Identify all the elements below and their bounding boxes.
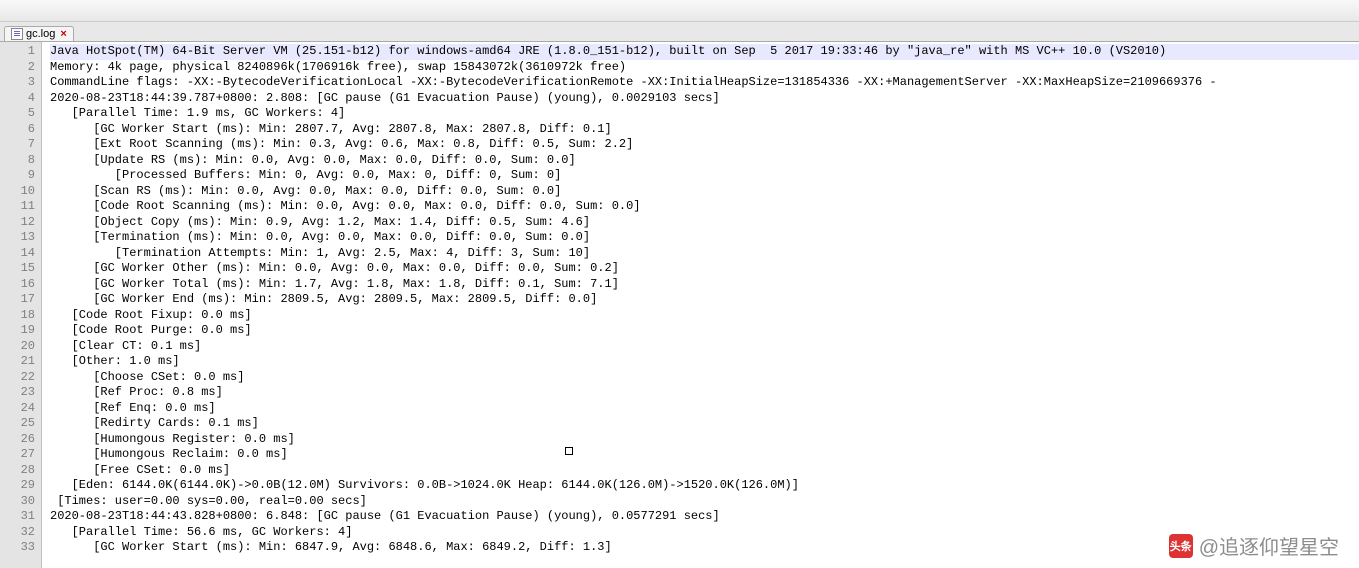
line-number: 13 xyxy=(10,230,35,246)
line-number: 2 xyxy=(10,60,35,76)
line-number: 16 xyxy=(10,277,35,293)
code-line: [Termination (ms): Min: 0.0, Avg: 0.0, M… xyxy=(50,230,1359,246)
line-number: 28 xyxy=(10,463,35,479)
code-line: [Code Root Purge: 0.0 ms] xyxy=(50,323,1359,339)
code-line: [Eden: 6144.0K(6144.0K)->0.0B(12.0M) Sur… xyxy=(50,478,1359,494)
line-number: 33 xyxy=(10,540,35,556)
line-number: 5 xyxy=(10,106,35,122)
line-number: 12 xyxy=(10,215,35,231)
code-editor[interactable]: 1234567891011121314151617181920212223242… xyxy=(0,42,1359,568)
line-number: 19 xyxy=(10,323,35,339)
line-number: 27 xyxy=(10,447,35,463)
code-line: [Clear CT: 0.1 ms] xyxy=(50,339,1359,355)
code-line: [Redirty Cards: 0.1 ms] xyxy=(50,416,1359,432)
line-number: 26 xyxy=(10,432,35,448)
line-number: 6 xyxy=(10,122,35,138)
code-line: [Ref Enq: 0.0 ms] xyxy=(50,401,1359,417)
watermark: 头条 @追逐仰望星空 xyxy=(1169,531,1339,560)
toolbar xyxy=(0,0,1359,22)
line-number: 17 xyxy=(10,292,35,308)
code-line: [Other: 1.0 ms] xyxy=(50,354,1359,370)
line-number: 22 xyxy=(10,370,35,386)
line-number: 4 xyxy=(10,91,35,107)
code-line: 2020-08-23T18:44:43.828+0800: 6.848: [GC… xyxy=(50,509,1359,525)
line-number: 29 xyxy=(10,478,35,494)
code-line: [Parallel Time: 1.9 ms, GC Workers: 4] xyxy=(50,106,1359,122)
code-line: [GC Worker Total (ms): Min: 1.7, Avg: 1.… xyxy=(50,277,1359,293)
line-number: 10 xyxy=(10,184,35,200)
code-content[interactable]: Java HotSpot(TM) 64-Bit Server VM (25.15… xyxy=(42,42,1359,568)
line-number: 1 xyxy=(10,44,35,60)
code-line: CommandLine flags: -XX:-BytecodeVerifica… xyxy=(50,75,1359,91)
line-number: 21 xyxy=(10,354,35,370)
line-number: 11 xyxy=(10,199,35,215)
line-number: 30 xyxy=(10,494,35,510)
line-number: 32 xyxy=(10,525,35,541)
line-number: 24 xyxy=(10,401,35,417)
line-number: 7 xyxy=(10,137,35,153)
code-line: [Ext Root Scanning (ms): Min: 0.3, Avg: … xyxy=(50,137,1359,153)
code-line: Java HotSpot(TM) 64-Bit Server VM (25.15… xyxy=(50,44,1359,60)
code-line: 2020-08-23T18:44:39.787+0800: 2.808: [GC… xyxy=(50,91,1359,107)
code-line: [GC Worker Start (ms): Min: 6847.9, Avg:… xyxy=(50,540,1359,556)
tab-gc-log[interactable]: gc.log × xyxy=(4,26,74,41)
line-number-gutter: 1234567891011121314151617181920212223242… xyxy=(0,42,42,568)
line-number: 15 xyxy=(10,261,35,277)
code-line: [GC Worker Start (ms): Min: 2807.7, Avg:… xyxy=(50,122,1359,138)
code-line: [Ref Proc: 0.8 ms] xyxy=(50,385,1359,401)
code-line: Memory: 4k page, physical 8240896k(17069… xyxy=(50,60,1359,76)
close-icon[interactable]: × xyxy=(60,28,66,40)
tab-bar: gc.log × xyxy=(0,22,1359,42)
line-number: 8 xyxy=(10,153,35,169)
code-line: [Termination Attempts: Min: 1, Avg: 2.5,… xyxy=(50,246,1359,262)
tab-label: gc.log xyxy=(26,28,55,40)
text-cursor xyxy=(565,447,573,455)
line-number: 31 xyxy=(10,509,35,525)
watermark-icon: 头条 xyxy=(1169,534,1193,558)
code-line: [GC Worker End (ms): Min: 2809.5, Avg: 2… xyxy=(50,292,1359,308)
line-number: 3 xyxy=(10,75,35,91)
code-line: [Parallel Time: 56.6 ms, GC Workers: 4] xyxy=(50,525,1359,541)
code-line: [Free CSet: 0.0 ms] xyxy=(50,463,1359,479)
watermark-text: @追逐仰望星空 xyxy=(1199,531,1339,560)
line-number: 18 xyxy=(10,308,35,324)
code-line: [GC Worker Other (ms): Min: 0.0, Avg: 0.… xyxy=(50,261,1359,277)
line-number: 9 xyxy=(10,168,35,184)
code-line: [Object Copy (ms): Min: 0.9, Avg: 1.2, M… xyxy=(50,215,1359,231)
code-line: [Processed Buffers: Min: 0, Avg: 0.0, Ma… xyxy=(50,168,1359,184)
code-line: [Choose CSet: 0.0 ms] xyxy=(50,370,1359,386)
line-number: 23 xyxy=(10,385,35,401)
code-line: [Scan RS (ms): Min: 0.0, Avg: 0.0, Max: … xyxy=(50,184,1359,200)
line-number: 14 xyxy=(10,246,35,262)
code-line: [Humongous Register: 0.0 ms] xyxy=(50,432,1359,448)
line-number: 25 xyxy=(10,416,35,432)
code-line: [Humongous Reclaim: 0.0 ms] xyxy=(50,447,1359,463)
code-line: [Code Root Scanning (ms): Min: 0.0, Avg:… xyxy=(50,199,1359,215)
code-line: [Times: user=0.00 sys=0.00, real=0.00 se… xyxy=(50,494,1359,510)
file-icon xyxy=(11,28,23,40)
code-line: [Update RS (ms): Min: 0.0, Avg: 0.0, Max… xyxy=(50,153,1359,169)
code-line: [Code Root Fixup: 0.0 ms] xyxy=(50,308,1359,324)
line-number: 20 xyxy=(10,339,35,355)
